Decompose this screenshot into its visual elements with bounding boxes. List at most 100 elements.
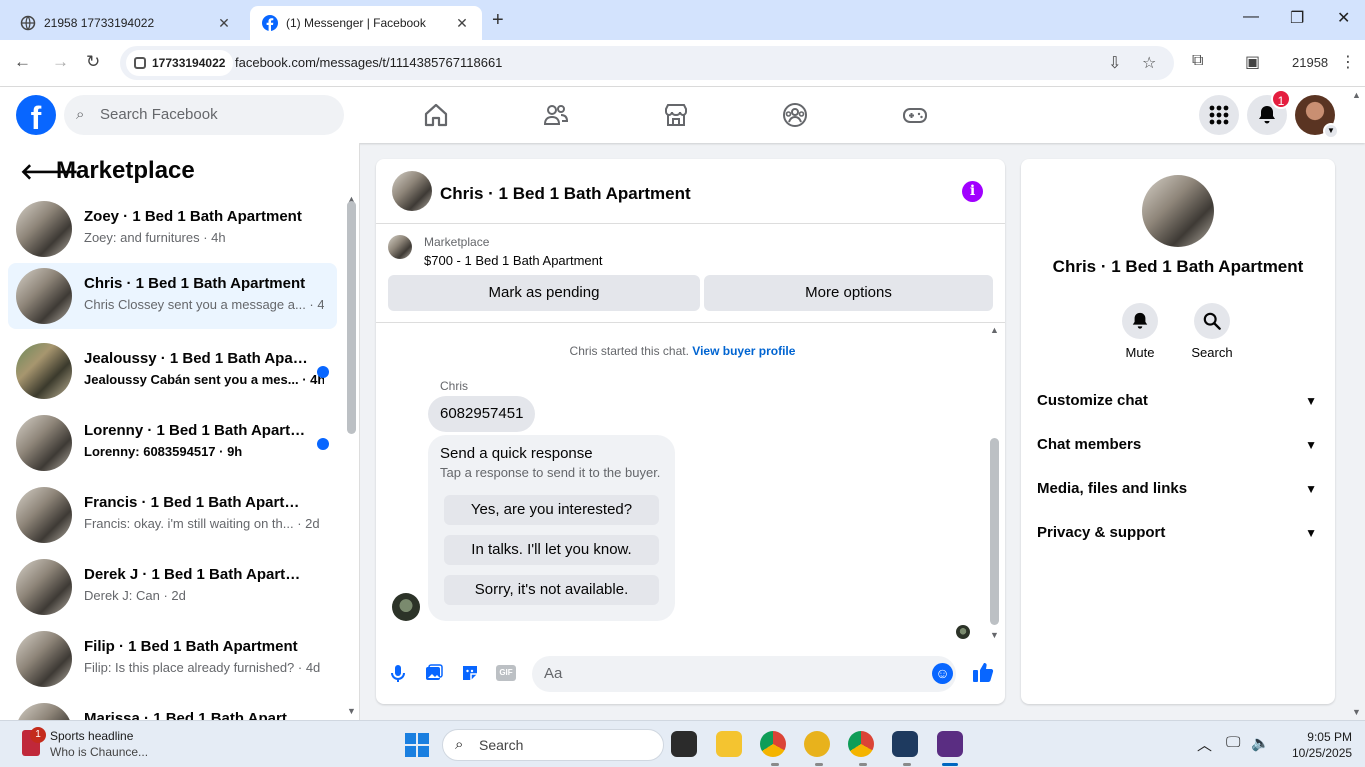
restore-icon[interactable]: ❐: [1290, 8, 1304, 28]
sender-avatar[interactable]: [392, 593, 420, 621]
mark-as-pending-button[interactable]: Mark as pending: [388, 275, 700, 311]
listing-thumbnail: [16, 559, 72, 615]
groups-icon[interactable]: [781, 101, 809, 129]
new-tab-icon[interactable]: +: [492, 9, 504, 32]
bookmark-star-icon[interactable]: ☆: [1142, 53, 1156, 73]
gaming-icon[interactable]: [901, 101, 929, 129]
conversation-avatar[interactable]: [1142, 175, 1214, 247]
conversation-item-filip[interactable]: Filip · 1 Bed 1 Bath Apartment Filip: Is…: [8, 626, 337, 692]
chrome-app-icon[interactable]: [760, 731, 786, 757]
sticker-icon[interactable]: [460, 663, 480, 683]
browser-profile-28696-icon[interactable]: [892, 731, 918, 757]
scroll-down-arrow-icon[interactable]: ▼: [347, 706, 356, 716]
file-explorer-icon[interactable]: [716, 731, 742, 757]
back-icon[interactable]: ←: [14, 52, 31, 72]
running-indicator: [859, 763, 867, 766]
reload-icon[interactable]: ↻: [86, 52, 100, 72]
conversation-item-marissa[interactable]: Marissa · 1 Bed 1 Bath Apartm...: [8, 698, 337, 720]
grid-icon: [1209, 105, 1229, 125]
message-bubble[interactable]: 6082957451: [428, 396, 536, 432]
panel-title: Marketplace: [56, 157, 195, 184]
seen-indicator-avatar: [956, 625, 970, 639]
thumbs-up-icon[interactable]: [972, 661, 994, 683]
page-scroll-down-icon[interactable]: ▼: [1352, 707, 1361, 717]
more-options-button[interactable]: More options: [704, 275, 993, 311]
terminal-app-icon[interactable]: [671, 731, 697, 757]
home-icon[interactable]: [422, 101, 450, 129]
account-avatar[interactable]: ▼: [1295, 95, 1339, 139]
quick-reply-button[interactable]: Sorry, it's not available.: [444, 575, 659, 605]
network-icon[interactable]: 🖵: [1226, 734, 1240, 751]
quick-reply-button[interactable]: Yes, are you interested?: [444, 495, 659, 525]
browser-tab-inactive[interactable]: 21958 17733194022 ✕: [8, 6, 244, 40]
volume-icon[interactable]: 🔈: [1251, 734, 1270, 752]
scroll-up-arrow-icon[interactable]: ▲: [990, 325, 999, 335]
chat-avatar[interactable]: [392, 171, 432, 211]
running-indicator: [903, 763, 911, 766]
system-clock[interactable]: 9:05 PM 10/25/2025: [1292, 729, 1352, 761]
browser-profile-21958-icon[interactable]: [937, 731, 963, 757]
site-settings-icon: [134, 57, 146, 69]
message-thread-scrollbar[interactable]: [990, 438, 999, 625]
customize-chat-row[interactable]: Customize chat ▼: [1029, 381, 1327, 421]
profile-label[interactable]: 21958: [1292, 55, 1328, 70]
unread-dot: [317, 366, 329, 378]
chat-title[interactable]: Chris · 1 Bed 1 Bath Apartment: [440, 184, 691, 204]
news-headline-title[interactable]: Sports headline: [50, 729, 133, 743]
menu-grid-icon[interactable]: [1199, 95, 1239, 135]
taskbar-search[interactable]: ⌕ Search: [442, 729, 664, 761]
photo-icon[interactable]: [424, 663, 444, 683]
listing-thumbnail: [16, 487, 72, 543]
facebook-search-input[interactable]: ⌕ Search Facebook: [64, 95, 344, 135]
conversation-item-jealoussy[interactable]: Jealoussy · 1 Bed 1 Bath Apart... Jealou…: [8, 338, 337, 404]
gif-icon[interactable]: GIF: [496, 665, 516, 681]
media-files-links-row[interactable]: Media, files and links ▼: [1029, 469, 1327, 509]
news-headline-text[interactable]: Who is Chaunce...: [50, 745, 148, 759]
browser-tab-strip: 21958 17733194022 ✕ (1) Messenger | Face…: [0, 0, 1365, 40]
conversation-item-lorenny[interactable]: Lorenny · 1 Bed 1 Bath Apartm... Lorenny…: [8, 410, 337, 476]
chrome-profile-icon[interactable]: [848, 731, 874, 757]
address-bar[interactable]: 17733194022 facebook.com/messages/t/1114…: [120, 46, 1174, 80]
xbox-app-icon[interactable]: [804, 731, 830, 757]
privacy-support-row[interactable]: Privacy & support ▼: [1029, 513, 1327, 553]
conversation-name: Chris · 1 Bed 1 Bath Apartment: [1052, 257, 1304, 276]
friends-icon[interactable]: [542, 101, 570, 129]
close-window-icon[interactable]: ✕: [1337, 8, 1350, 28]
tab-close-icon[interactable]: ✕: [216, 15, 232, 32]
listing-thumbnail[interactable]: [388, 235, 412, 259]
tray-overflow-chevron-icon[interactable]: ︿: [1197, 734, 1212, 755]
windows-start-icon[interactable]: [405, 733, 429, 757]
conversation-item-zoey[interactable]: Zoey · 1 Bed 1 Bath Apartment Zoey: and …: [8, 196, 337, 262]
conversation-item-derek[interactable]: Derek J · 1 Bed 1 Bath Apartment Derek J…: [8, 554, 337, 620]
info-icon[interactable]: i: [962, 181, 983, 202]
emoji-icon[interactable]: ☺: [932, 663, 953, 684]
conversation-list-scrollbar[interactable]: [347, 201, 356, 434]
message-input[interactable]: Aa: [532, 656, 956, 692]
forward-icon[interactable]: →: [52, 52, 69, 72]
conversation-item-francis[interactable]: Francis · 1 Bed 1 Bath Apartment Francis…: [8, 482, 337, 548]
side-panel-icon[interactable]: ▣: [1245, 52, 1260, 72]
chat-members-row[interactable]: Chat members ▼: [1029, 425, 1327, 465]
site-info-chip[interactable]: 17733194022: [126, 50, 234, 76]
marketplace-label: Marketplace: [424, 235, 490, 249]
install-app-icon[interactable]: ⇩: [1108, 53, 1121, 73]
quick-reply-button[interactable]: In talks. I'll let you know.: [444, 535, 659, 565]
view-buyer-profile-link[interactable]: View buyer profile: [692, 344, 795, 358]
scroll-down-arrow-icon[interactable]: ▼: [990, 630, 999, 640]
quick-response-card: Send a quick response Tap a response to …: [428, 435, 675, 621]
running-indicator: [771, 763, 779, 766]
conversation-item-chris[interactable]: Chris · 1 Bed 1 Bath Apartment Chris Clo…: [8, 263, 337, 329]
microphone-icon[interactable]: [388, 663, 408, 683]
facebook-logo-icon[interactable]: f: [16, 95, 56, 135]
extensions-icon[interactable]: ⧉: [1192, 52, 1203, 70]
menu-kebab-icon[interactable]: ⋮: [1340, 52, 1356, 72]
marketplace-icon[interactable]: [662, 101, 690, 129]
mute-button[interactable]: Mute: [1110, 303, 1170, 360]
search-in-conversation-button[interactable]: Search: [1182, 303, 1242, 360]
tab-close-icon[interactable]: ✕: [454, 15, 470, 32]
browser-tab-active[interactable]: (1) Messenger | Facebook ✕: [250, 6, 482, 40]
minimize-icon[interactable]: —: [1243, 8, 1259, 26]
url-text[interactable]: facebook.com/messages/t/1114385767118661: [235, 55, 502, 70]
listing-title[interactable]: $700 - 1 Bed 1 Bath Apartment: [424, 253, 603, 268]
page-scroll-up-icon[interactable]: ▲: [1352, 90, 1361, 100]
